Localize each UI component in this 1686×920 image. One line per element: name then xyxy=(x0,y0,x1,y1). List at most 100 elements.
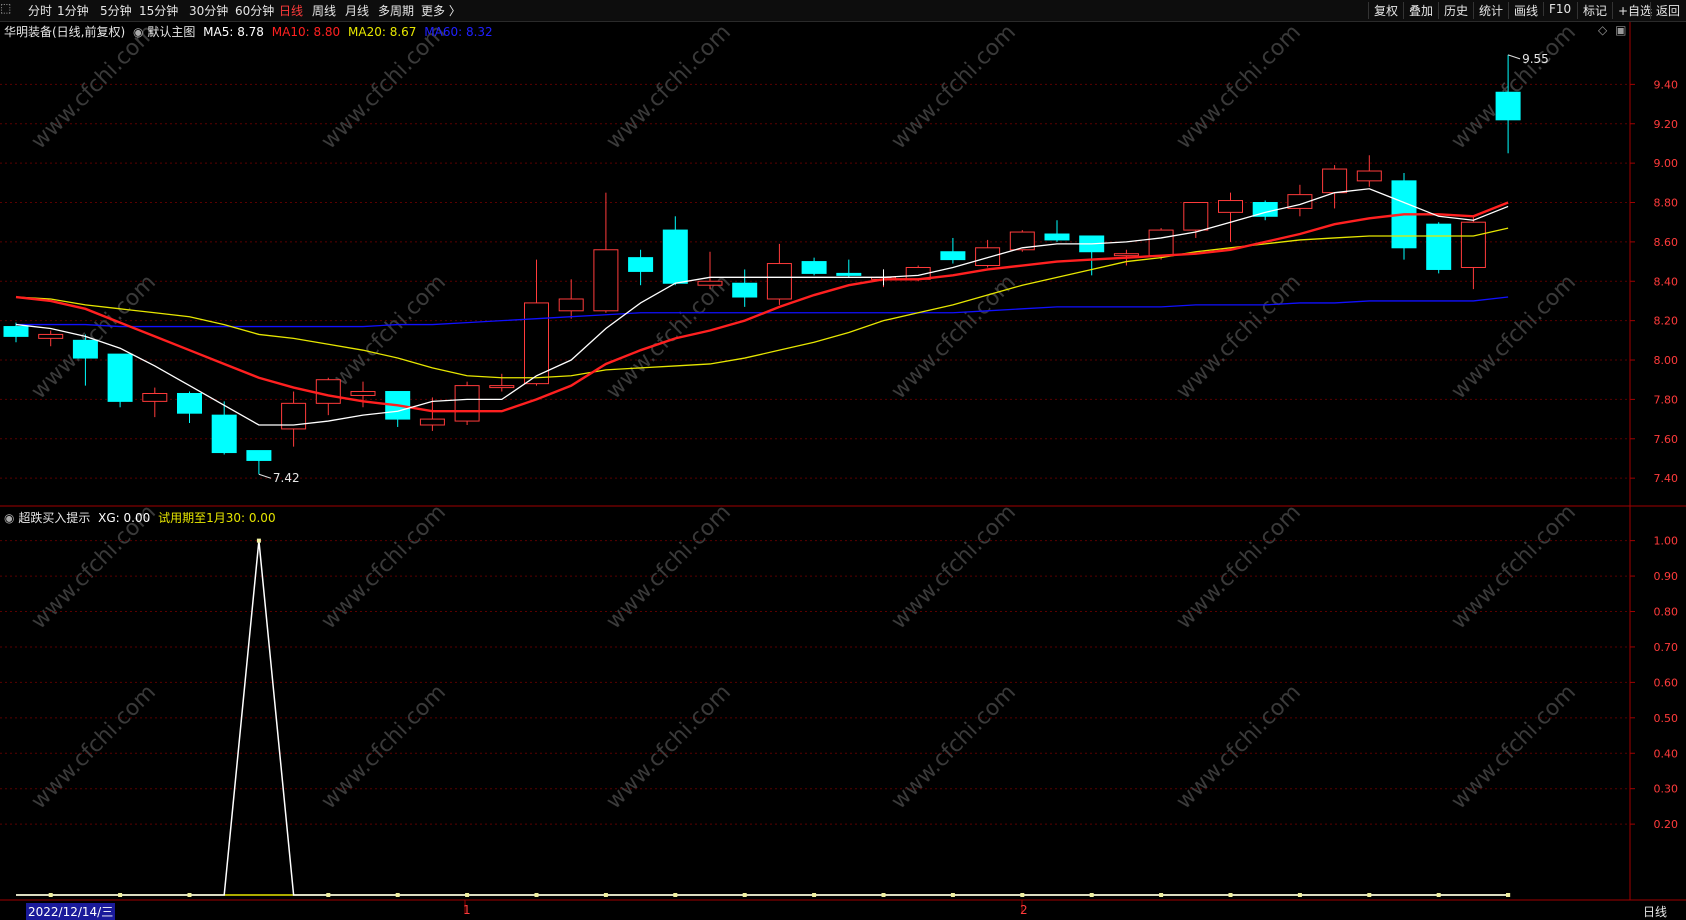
indicator-point xyxy=(1228,893,1233,897)
indicator-point xyxy=(1159,893,1164,897)
watermark-text: www.cfchi.com xyxy=(887,20,1021,154)
candle-body-up xyxy=(1356,170,1382,182)
indicator-tick-label: 0.60 xyxy=(1654,676,1679,689)
candle-body-down xyxy=(211,414,237,454)
indicator-name[interactable]: 超跌买入提示 xyxy=(18,511,90,525)
candle-body-down xyxy=(940,251,966,261)
watermark-text: www.cfchi.com xyxy=(887,500,1021,634)
candle-body-down xyxy=(107,353,133,402)
main-chart-header: 华明装备(日线,前复权) ◉ 默认主图 MA5: 8.78 MA10: 8.80… xyxy=(4,23,493,40)
ma10-value: MA10: 8.80 xyxy=(271,25,341,39)
extreme-pointer xyxy=(1507,54,1521,60)
candle-body-up xyxy=(489,385,515,389)
candle-body-up xyxy=(38,333,64,339)
candle-body-down xyxy=(1495,91,1521,121)
candle-body-up xyxy=(593,249,619,312)
watermark-text: www.cfchi.com xyxy=(602,20,736,154)
watermark-text: www.cfchi.com xyxy=(1172,270,1306,404)
extreme-price-label: 9.55 xyxy=(1522,52,1549,66)
candle-body-down xyxy=(801,261,827,274)
watermark-text: www.cfchi.com xyxy=(887,270,1021,404)
indicator-tick-label: 1.00 xyxy=(1654,535,1679,548)
indicator-point xyxy=(742,893,747,897)
year-marker-2: 2 xyxy=(1020,903,1028,917)
panel-controls: ◇ ▣ xyxy=(1598,23,1626,37)
candle-body-down xyxy=(3,326,29,337)
indicator-point xyxy=(534,893,539,897)
candle-body-down xyxy=(662,229,688,284)
watermark-text: www.cfchi.com xyxy=(1172,680,1306,814)
candle-body-up xyxy=(1183,202,1209,231)
watermark-text: www.cfchi.com xyxy=(1447,680,1581,814)
diamond-icon[interactable]: ◇ xyxy=(1598,23,1607,37)
candle-body-down xyxy=(1044,233,1070,241)
watermark-text: www.cfchi.com xyxy=(317,20,451,154)
indicator-point xyxy=(1020,893,1025,897)
settings-icon[interactable]: ◉ xyxy=(4,511,14,525)
candle-body-up xyxy=(1322,168,1348,194)
candle-body-up xyxy=(315,379,341,404)
ma5-value: MA5: 8.78 xyxy=(203,25,264,39)
indicator-point xyxy=(812,893,817,897)
ma20-value: MA20: 8.67 xyxy=(348,25,417,39)
candle-body-up xyxy=(1148,229,1174,257)
maximize-icon[interactable]: ▣ xyxy=(1615,23,1626,37)
watermark-text: www.cfchi.com xyxy=(887,680,1021,814)
price-tick-label: 7.80 xyxy=(1654,393,1679,406)
candle-body-up xyxy=(1460,221,1486,268)
watermark-text: www.cfchi.com xyxy=(602,500,736,634)
watermark-text: www.cfchi.com xyxy=(317,500,451,634)
indicator-point xyxy=(673,893,678,897)
period-label: 日线 xyxy=(1643,905,1668,919)
trial-value: 试用期至1月30: 0.00 xyxy=(158,511,276,525)
settings-icon[interactable]: ◉ xyxy=(133,25,143,39)
watermark-text: www.cfchi.com xyxy=(317,680,451,814)
watermark-text: www.cfchi.com xyxy=(27,680,161,814)
indicator-point xyxy=(187,893,192,897)
cursor-date: 2022/12/14/三 xyxy=(26,903,116,920)
indicator-tick-label: 0.30 xyxy=(1654,783,1679,796)
indicator-tick-label: 0.80 xyxy=(1654,606,1679,619)
watermark-text: www.cfchi.com xyxy=(602,680,736,814)
indicator-tick-label: 0.50 xyxy=(1654,712,1679,725)
indicator-header: ◉ 超跌买入提示 XG: 0.00 试用期至1月30: 0.00 xyxy=(4,509,276,526)
price-tick-label: 8.60 xyxy=(1654,236,1679,249)
indicator-point xyxy=(1297,893,1302,897)
indicator-point xyxy=(118,893,123,897)
watermark-text: www.cfchi.com xyxy=(1447,20,1581,154)
watermark-text: www.cfchi.com xyxy=(1172,500,1306,634)
price-tick-label: 7.40 xyxy=(1654,472,1679,485)
indicator-point xyxy=(465,893,470,897)
price-tick-label: 8.20 xyxy=(1654,315,1679,328)
price-tick-label: 9.00 xyxy=(1654,157,1679,170)
candle-body-up xyxy=(1218,200,1243,213)
candle-body-up xyxy=(1113,253,1139,257)
indicator-point xyxy=(1506,893,1511,897)
candle-body-up xyxy=(419,418,445,426)
candle-body-down xyxy=(72,339,98,359)
indicator-point xyxy=(603,893,608,897)
chart-canvas[interactable]: 7.40 7.60 7.80 8.00 8.20 8.40 8.60 8.80 9.00 9.20… xyxy=(0,0,1686,920)
price-tick-label: 8.00 xyxy=(1654,354,1679,367)
watermark-text: www.cfchi.com xyxy=(1172,20,1306,154)
indicator-point xyxy=(1367,893,1372,897)
price-tick-label: 8.80 xyxy=(1654,197,1679,210)
template-name[interactable]: 默认主图 xyxy=(147,25,195,39)
indicator-point xyxy=(48,893,53,897)
indicator-point xyxy=(256,538,261,543)
candle-body-up xyxy=(975,247,1001,267)
watermark-text: www.cfchi.com xyxy=(1447,500,1581,634)
indicator-point xyxy=(395,893,400,897)
indicator-tick-label: 0.70 xyxy=(1654,641,1679,654)
indicator-tick-label: 0.20 xyxy=(1654,818,1679,831)
price-tick-label: 7.60 xyxy=(1654,433,1679,446)
ma60-value: MA60: 8.32 xyxy=(424,25,493,39)
indicator-tick-label: 0.40 xyxy=(1654,747,1679,760)
indicator-point xyxy=(1436,893,1441,897)
indicator-point xyxy=(326,893,331,897)
xg-value: XG: 0.00 xyxy=(98,511,151,525)
candle-body-down xyxy=(246,450,272,461)
candle-body-up xyxy=(454,385,480,422)
indicator-point xyxy=(1089,893,1094,897)
indicator-point xyxy=(950,893,955,897)
